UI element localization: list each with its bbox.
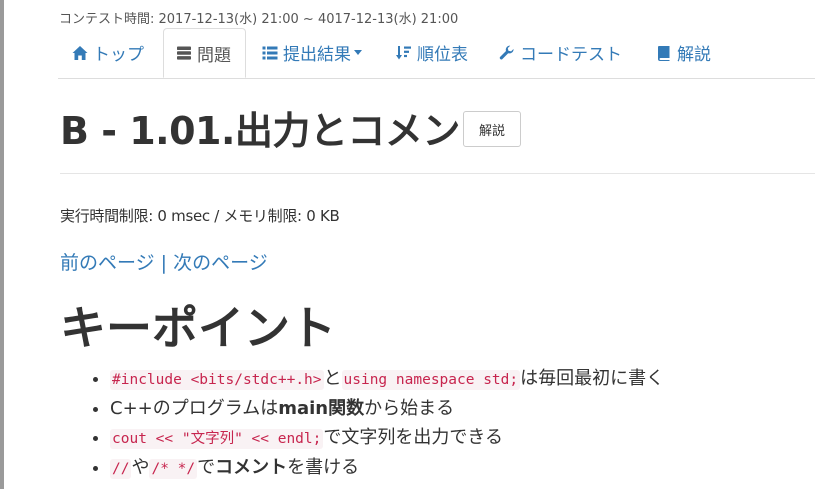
pager-separator: | (160, 252, 168, 274)
chevron-down-icon (354, 50, 362, 55)
prev-page-link[interactable]: 前のページ (60, 252, 155, 274)
list-text: を書ける (287, 456, 360, 478)
tab-editorial-label: 解説 (677, 45, 711, 65)
code-snippet: cout << "文字列" << endl; (110, 429, 324, 449)
tab-top-label: トップ (93, 45, 144, 65)
contest-time: コンテスト時間: 2017-12-13(水) 21:00 ~ 4017-12-1… (59, 12, 459, 27)
code-snippet: #include <bits/stdc++.h> (110, 370, 324, 390)
tab-tasks[interactable]: 問題 (163, 28, 246, 78)
key-points-list: #include <bits/stdc++.h>とusing namespace… (60, 366, 664, 484)
tab-editorial[interactable]: 解説 (656, 28, 711, 77)
list-text: で (197, 456, 216, 478)
sort-amount-desc-icon (396, 45, 412, 61)
tab-tasks-label: 問題 (197, 45, 231, 66)
section-heading: キーポイント (60, 301, 336, 355)
wrench-icon (499, 45, 515, 61)
list-item: //や/* */でコメントを書ける (110, 455, 664, 485)
list-text: C++のプログラムは (110, 397, 279, 419)
tab-top[interactable]: トップ (72, 28, 144, 77)
tab-standings-label: 順位表 (417, 45, 468, 65)
list-text: や (131, 456, 150, 478)
home-icon (72, 45, 88, 61)
list-item: cout << "文字列" << endl;で文字列を出力できる (110, 425, 664, 455)
next-page-link[interactable]: 次のページ (173, 252, 268, 274)
code-snippet: /* */ (149, 458, 198, 479)
limits-text: 実行時間制限: 0 msec / メモリ制限: 0 KB (60, 207, 340, 225)
list-icon (176, 45, 192, 61)
window-edge (0, 0, 4, 489)
book-icon (656, 45, 672, 61)
list-text: で文字列を出力できる (323, 427, 504, 448)
tab-submissions[interactable]: 提出結果 (262, 28, 362, 77)
tab-submissions-label: 提出結果 (283, 45, 351, 65)
bold-text: コメント (215, 456, 288, 478)
list-item: C++のプログラムはmain関数から始まる (110, 396, 664, 426)
list-text: から始まる (364, 397, 455, 419)
nav-tabs: トップ 問題 提出結果 順位表 コードテスト 解説 (58, 28, 815, 79)
list-ul-icon (262, 45, 278, 61)
list-item: #include <bits/stdc++.h>とusing namespace… (110, 366, 664, 396)
code-snippet: // (110, 458, 132, 479)
page-title: B - 1.01.出力とコメント (60, 109, 498, 153)
list-text: は毎回最初に書く (520, 368, 665, 389)
tab-custom-test-label: コードテスト (520, 45, 622, 65)
divider (60, 173, 815, 174)
tab-standings[interactable]: 順位表 (396, 28, 468, 77)
tab-custom-test[interactable]: コードテスト (499, 28, 622, 77)
code-snippet: using namespace std; (341, 370, 521, 390)
bold-text: main関数 (278, 397, 365, 419)
editorial-button[interactable]: 解説 (463, 111, 521, 147)
pager: 前のページ | 次のページ (60, 248, 268, 275)
list-text: と (323, 368, 342, 389)
